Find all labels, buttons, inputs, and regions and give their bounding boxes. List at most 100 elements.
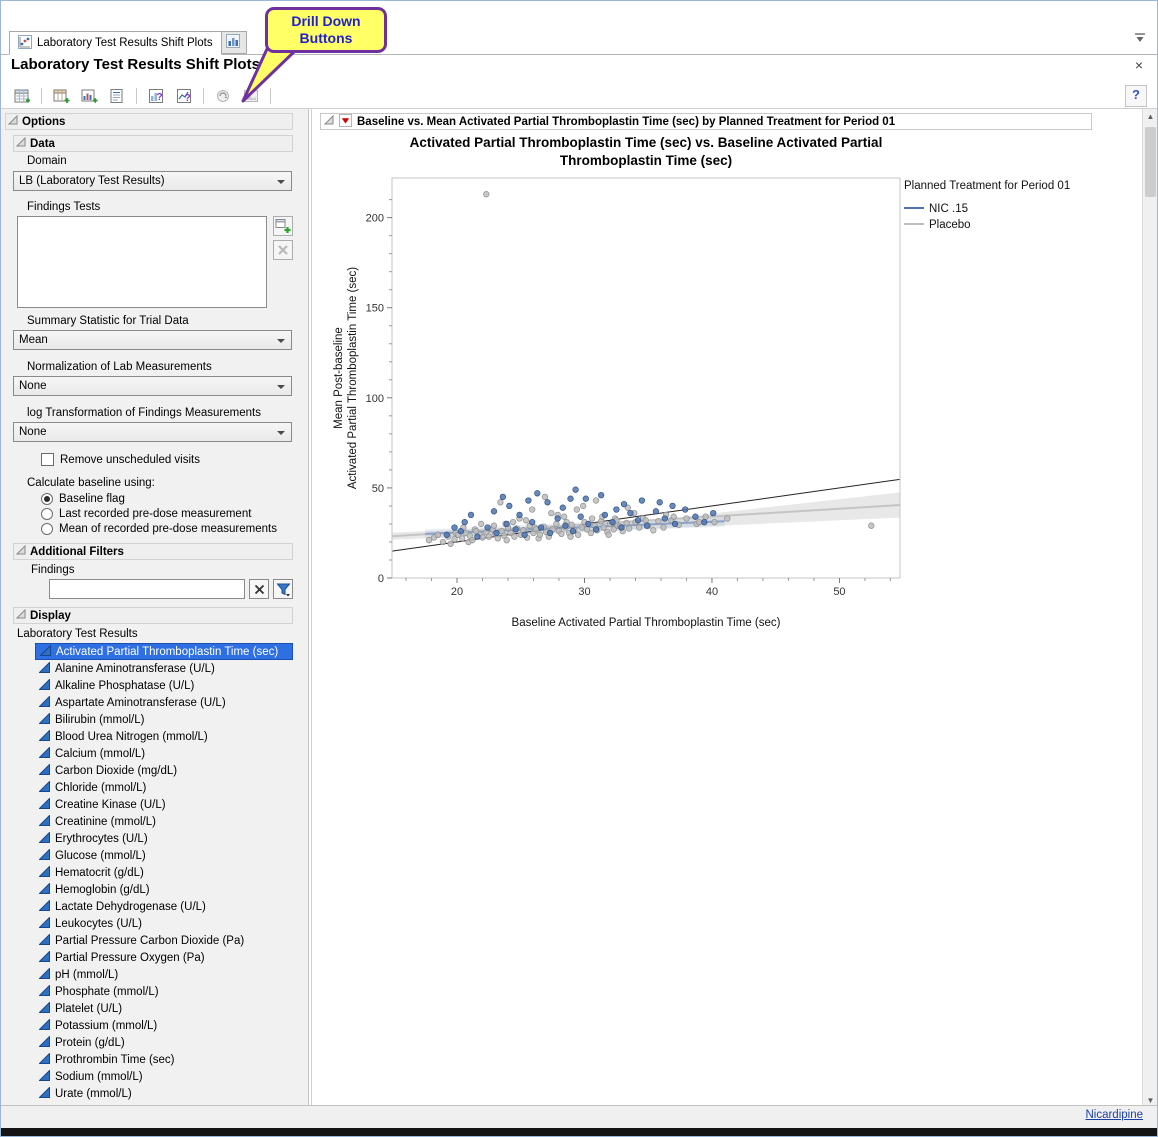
lab-test-item[interactable]: Platelet (U/L) — [35, 1000, 293, 1017]
lab-test-item[interactable]: Alkaline Phosphatase (U/L) — [35, 677, 293, 694]
additional-filters-header[interactable]: Additional Filters — [13, 543, 293, 560]
remove-unscheduled-checkbox[interactable]: Remove unscheduled visits — [41, 453, 200, 466]
clear-filter-button[interactable] — [249, 579, 269, 599]
lab-test-item[interactable]: Hemoglobin (g/dL) — [35, 881, 293, 898]
lab-test-item[interactable]: Erythrocytes (U/L) — [35, 830, 293, 847]
baseline-radio-option[interactable]: Baseline flag — [41, 493, 277, 505]
new-data-table-icon[interactable] — [50, 85, 72, 107]
lab-test-item[interactable]: Creatine Kinase (U/L) — [35, 796, 293, 813]
svg-text:Mean Post-baseline: Mean Post-baseline — [333, 327, 345, 429]
baseline-radio-option[interactable]: Mean of recorded pre-dose measurements — [41, 523, 277, 535]
lab-test-item[interactable]: Aspartate Aminotransferase (U/L) — [35, 694, 293, 711]
svg-text:40: 40 — [706, 586, 718, 598]
lab-test-item[interactable]: Leukocytes (U/L) — [35, 915, 293, 932]
continuous-variable-icon — [39, 747, 50, 761]
svg-text:100: 100 — [366, 393, 384, 405]
remove-tests-button[interactable] — [273, 240, 293, 260]
lab-test-list: Activated Partial Thromboplastin Time (s… — [35, 643, 293, 1102]
lab-test-item[interactable]: Sodium (mmol/L) — [35, 1068, 293, 1085]
radio-icon — [41, 523, 53, 535]
lab-test-label: Phosphate (mmol/L) — [55, 986, 159, 998]
svg-text:Placebo: Placebo — [929, 219, 971, 231]
tab-label: Laboratory Test Results Shift Plots — [37, 37, 213, 49]
lab-test-label: Erythrocytes (U/L) — [55, 833, 148, 845]
lab-test-item[interactable]: Urate (mmol/L) — [35, 1085, 293, 1102]
refresh-icon[interactable] — [212, 85, 234, 107]
lab-test-item[interactable]: Chloride (mmol/L) — [35, 779, 293, 796]
findings-tests-listbox[interactable] — [17, 216, 267, 308]
svg-text:NIC .15: NIC .15 — [929, 203, 968, 215]
lab-test-item[interactable]: Creatinine (mmol/L) — [35, 813, 293, 830]
lab-test-item[interactable]: Partial Pressure Oxygen (Pa) — [35, 949, 293, 966]
normalization-select[interactable]: None — [13, 376, 292, 396]
lab-test-item[interactable]: Bilirubin (mmol/L) — [35, 711, 293, 728]
report-table-icon[interactable] — [78, 85, 100, 107]
continuous-variable-icon — [39, 713, 50, 727]
continuous-variable-icon — [39, 900, 50, 914]
continuous-variable-icon — [39, 1070, 50, 1084]
continuous-variable-icon — [39, 1053, 50, 1067]
continuous-variable-icon — [39, 883, 50, 897]
lab-test-item[interactable]: Carbon Dioxide (mg/dL) — [35, 762, 293, 779]
options-section-header[interactable]: Options — [5, 113, 293, 130]
section-title: Options — [22, 116, 65, 128]
combo-value: LB (Laboratory Test Results) — [19, 175, 165, 187]
collapse-tabs-icon[interactable] — [1133, 31, 1149, 47]
lab-test-label: Protein (g/dL) — [55, 1037, 125, 1049]
section-title: Display — [30, 610, 71, 622]
continuous-variable-icon — [39, 679, 50, 693]
summary-statistic-label: Summary Statistic for Trial Data — [27, 315, 189, 327]
tab-shift-plots[interactable]: Laboratory Test Results Shift Plots — [9, 31, 222, 55]
outline-header: Baseline vs. Mean Activated Partial Thro… — [320, 113, 1092, 130]
continuous-variable-icon — [39, 1087, 50, 1101]
lab-test-item[interactable]: Phosphate (mmol/L) — [35, 983, 293, 1000]
lab-test-label: Calcium (mmol/L) — [55, 748, 145, 760]
lab-test-item[interactable]: Calcium (mmol/L) — [35, 745, 293, 762]
lab-test-item[interactable]: Activated Partial Thromboplastin Time (s… — [35, 643, 293, 660]
outline-title: Baseline vs. Mean Activated Partial Thro… — [357, 116, 895, 128]
toolbar-separator — [203, 88, 204, 104]
summary-statistic-select[interactable]: Mean — [13, 330, 292, 350]
add-tests-button[interactable] — [273, 216, 293, 236]
baseline-radio-option[interactable]: Last recorded pre-dose measurement — [41, 508, 277, 520]
lab-test-list-label: Laboratory Test Results — [17, 628, 138, 640]
lab-test-label: Aspartate Aminotransferase (U/L) — [55, 697, 226, 709]
calculate-baseline-label: Calculate baseline using: — [27, 477, 155, 489]
study-link[interactable]: Nicardipine — [1085, 1109, 1143, 1121]
data-table-icon[interactable] — [11, 85, 33, 107]
domain-select[interactable]: LB (Laboratory Test Results) — [13, 171, 292, 191]
drill-down-distribution-icon[interactable]: ? — [145, 85, 167, 107]
lab-test-label: Sodium (mmol/L) — [55, 1071, 143, 1083]
scroll-thumb[interactable] — [1145, 127, 1156, 197]
help-button[interactable]: ? — [1125, 85, 1147, 107]
lab-test-label: Partial Pressure Oxygen (Pa) — [55, 952, 205, 964]
close-button[interactable]: × — [1129, 55, 1149, 75]
lab-test-item[interactable]: Blood Urea Nitrogen (mmol/L) — [35, 728, 293, 745]
bar-chart-icon — [226, 34, 240, 51]
svg-text:Activated Partial Thromboplast: Activated Partial Thromboplastin Time (s… — [410, 135, 883, 150]
lab-test-item[interactable]: Hematocrit (g/dL) — [35, 864, 293, 881]
log-transform-select[interactable]: None — [13, 422, 292, 442]
lab-test-item[interactable]: Lactate Dehydrogenase (U/L) — [35, 898, 293, 915]
lab-test-item[interactable]: pH (mmol/L) — [35, 966, 293, 983]
findings-filter-input[interactable] — [49, 579, 245, 599]
continuous-variable-icon — [39, 985, 50, 999]
vertical-scrollbar[interactable]: ▲ ▼ — [1142, 109, 1157, 1108]
lab-test-item[interactable]: Partial Pressure Carbon Dioxide (Pa) — [35, 932, 293, 949]
lab-test-item[interactable]: Glucose (mmol/L) — [35, 847, 293, 864]
lab-test-item[interactable]: Potassium (mmol/L) — [35, 1017, 293, 1034]
drill-down-profile-icon[interactable]: ? — [173, 85, 195, 107]
normalization-label: Normalization of Lab Measurements — [27, 361, 212, 373]
lab-test-item[interactable]: Protein (g/dL) — [35, 1034, 293, 1051]
scroll-up-icon[interactable]: ▲ — [1143, 109, 1158, 124]
red-triangle-menu[interactable] — [339, 114, 352, 130]
display-section-header[interactable]: Display — [13, 607, 293, 624]
filter-funnel-button[interactable] — [273, 579, 293, 599]
lab-test-label: Carbon Dioxide (mg/dL) — [55, 765, 177, 777]
journal-icon[interactable] — [106, 85, 128, 107]
lab-test-item[interactable]: Alanine Aminotransferase (U/L) — [35, 660, 293, 677]
data-section-header[interactable]: Data — [13, 135, 293, 152]
lab-test-item[interactable]: Prothrombin Time (sec) — [35, 1051, 293, 1068]
log-transform-label: log Transformation of Findings Measureme… — [27, 407, 261, 419]
disclosure-open-icon[interactable] — [324, 115, 334, 128]
